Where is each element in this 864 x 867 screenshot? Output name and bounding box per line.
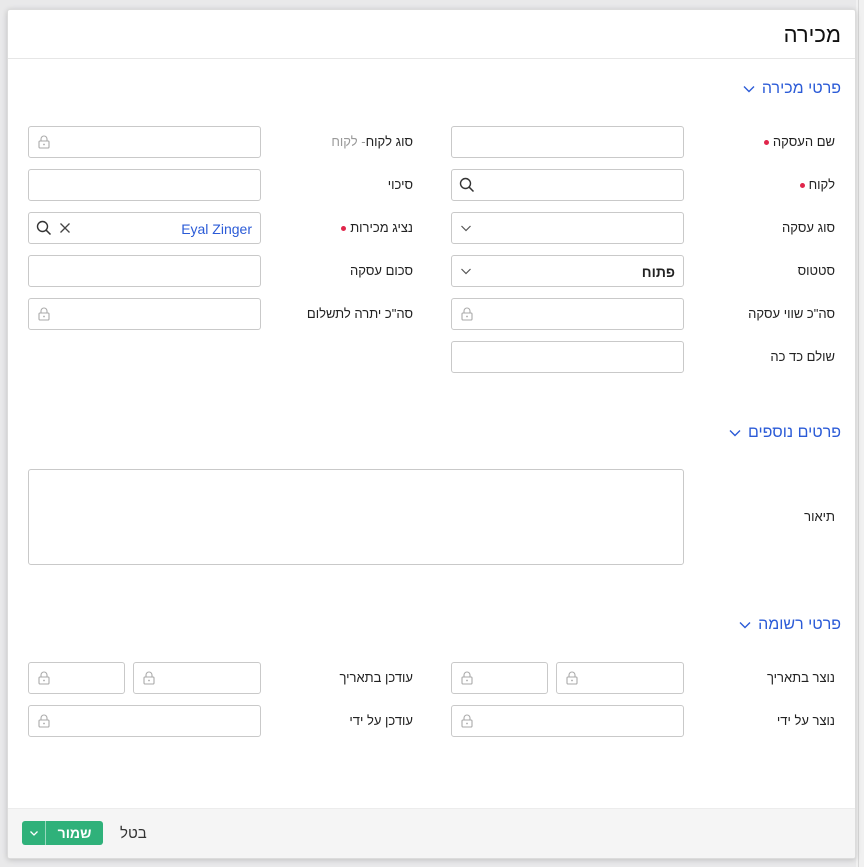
- background-divider: [858, 0, 859, 867]
- sale-dialog: מכירה פרטי מכירה שם העסקה לקוח סוג עסקה …: [7, 9, 856, 859]
- customer-lookup-input[interactable]: [451, 169, 684, 201]
- created-by-field: [451, 705, 684, 737]
- chevron-down-icon: [29, 831, 38, 836]
- section-record-details[interactable]: פרטי רשומה: [738, 616, 841, 634]
- updated-by-label: עודכן על ידי: [349, 713, 413, 728]
- customer-label: לקוח: [799, 177, 835, 192]
- paid-so-far-input[interactable]: [451, 341, 684, 373]
- chevron-down-icon: [461, 268, 471, 275]
- sales-rep-value[interactable]: Eyal Zinger: [181, 221, 252, 237]
- cancel-button[interactable]: בטל: [120, 825, 147, 842]
- total-deal-value-field: [451, 298, 684, 330]
- updated-on-label: עודכן בתאריך: [339, 670, 414, 685]
- close-icon[interactable]: [59, 222, 71, 234]
- lock-icon: [38, 135, 50, 149]
- chevron-down-icon: [461, 225, 471, 232]
- created-by-label: נוצר על ידי: [776, 713, 835, 728]
- deal-name-label: שם העסקה: [763, 134, 835, 149]
- required-indicator: [799, 183, 805, 189]
- customer-type-field: [28, 126, 261, 158]
- description-textarea[interactable]: [28, 469, 684, 565]
- lock-icon: [461, 671, 473, 685]
- lock-icon: [461, 714, 473, 728]
- chevron-down-icon: [729, 430, 741, 437]
- total-balance-due-field: [28, 298, 261, 330]
- lock-icon: [143, 671, 155, 685]
- deal-name-input[interactable]: [451, 126, 684, 158]
- created-on-time-field: [451, 662, 548, 694]
- search-icon[interactable]: [36, 220, 52, 236]
- deal-type-select[interactable]: [451, 212, 684, 244]
- deal-amount-input[interactable]: [28, 255, 261, 287]
- lock-icon: [566, 671, 578, 685]
- section-sale-details[interactable]: פרטי מכירה: [742, 80, 841, 98]
- section-more-details[interactable]: פרטים נוספים: [728, 424, 841, 442]
- paid-so-far-label: שולם כד כה: [770, 349, 835, 364]
- dialog-header: מכירה: [8, 10, 855, 59]
- customer-type-label: סוג לקוח- לקוח: [331, 134, 413, 149]
- search-icon[interactable]: [459, 177, 475, 193]
- deal-type-label: סוג עסקה: [781, 220, 835, 235]
- lock-icon: [461, 307, 473, 321]
- chevron-down-icon: [743, 86, 755, 93]
- chance-label: סיכוי: [387, 177, 413, 192]
- lock-icon: [38, 671, 50, 685]
- section-sale-details-label: פרטי מכירה: [761, 80, 841, 97]
- dialog-footer: שמור בטל: [8, 808, 855, 858]
- lock-icon: [38, 307, 50, 321]
- sales-rep-label: נציג מכירות: [341, 220, 413, 235]
- updated-by-field: [28, 705, 261, 737]
- updated-on-time-field: [28, 662, 125, 694]
- save-options-dropdown[interactable]: [22, 821, 46, 845]
- dialog-title: מכירה: [783, 22, 841, 47]
- sales-rep-lookup-input[interactable]: Eyal Zinger: [28, 212, 261, 244]
- required-indicator: [763, 140, 769, 146]
- status-label: סטטוס: [797, 263, 835, 278]
- chance-input[interactable]: [28, 169, 261, 201]
- updated-on-date-field: [133, 662, 261, 694]
- required-indicator: [341, 226, 347, 232]
- chevron-down-icon: [739, 622, 751, 629]
- lock-icon: [38, 714, 50, 728]
- deal-amount-label: סכום עסקה: [349, 263, 413, 278]
- created-on-label: נוצר בתאריך: [766, 670, 835, 685]
- save-button-label: שמור: [57, 825, 92, 841]
- total-deal-value-label: סה"כ שווי עסקה: [748, 306, 835, 321]
- section-more-details-label: פרטים נוספים: [747, 424, 841, 441]
- total-balance-due-label: סה"כ יתרה לתשלום: [306, 306, 413, 321]
- save-button[interactable]: שמור: [22, 821, 103, 845]
- description-label: תיאור: [804, 509, 835, 524]
- section-record-details-label: פרטי רשומה: [758, 616, 841, 633]
- created-on-date-field: [556, 662, 684, 694]
- status-select[interactable]: פתוח: [451, 255, 684, 287]
- status-value: פתוח: [641, 264, 675, 280]
